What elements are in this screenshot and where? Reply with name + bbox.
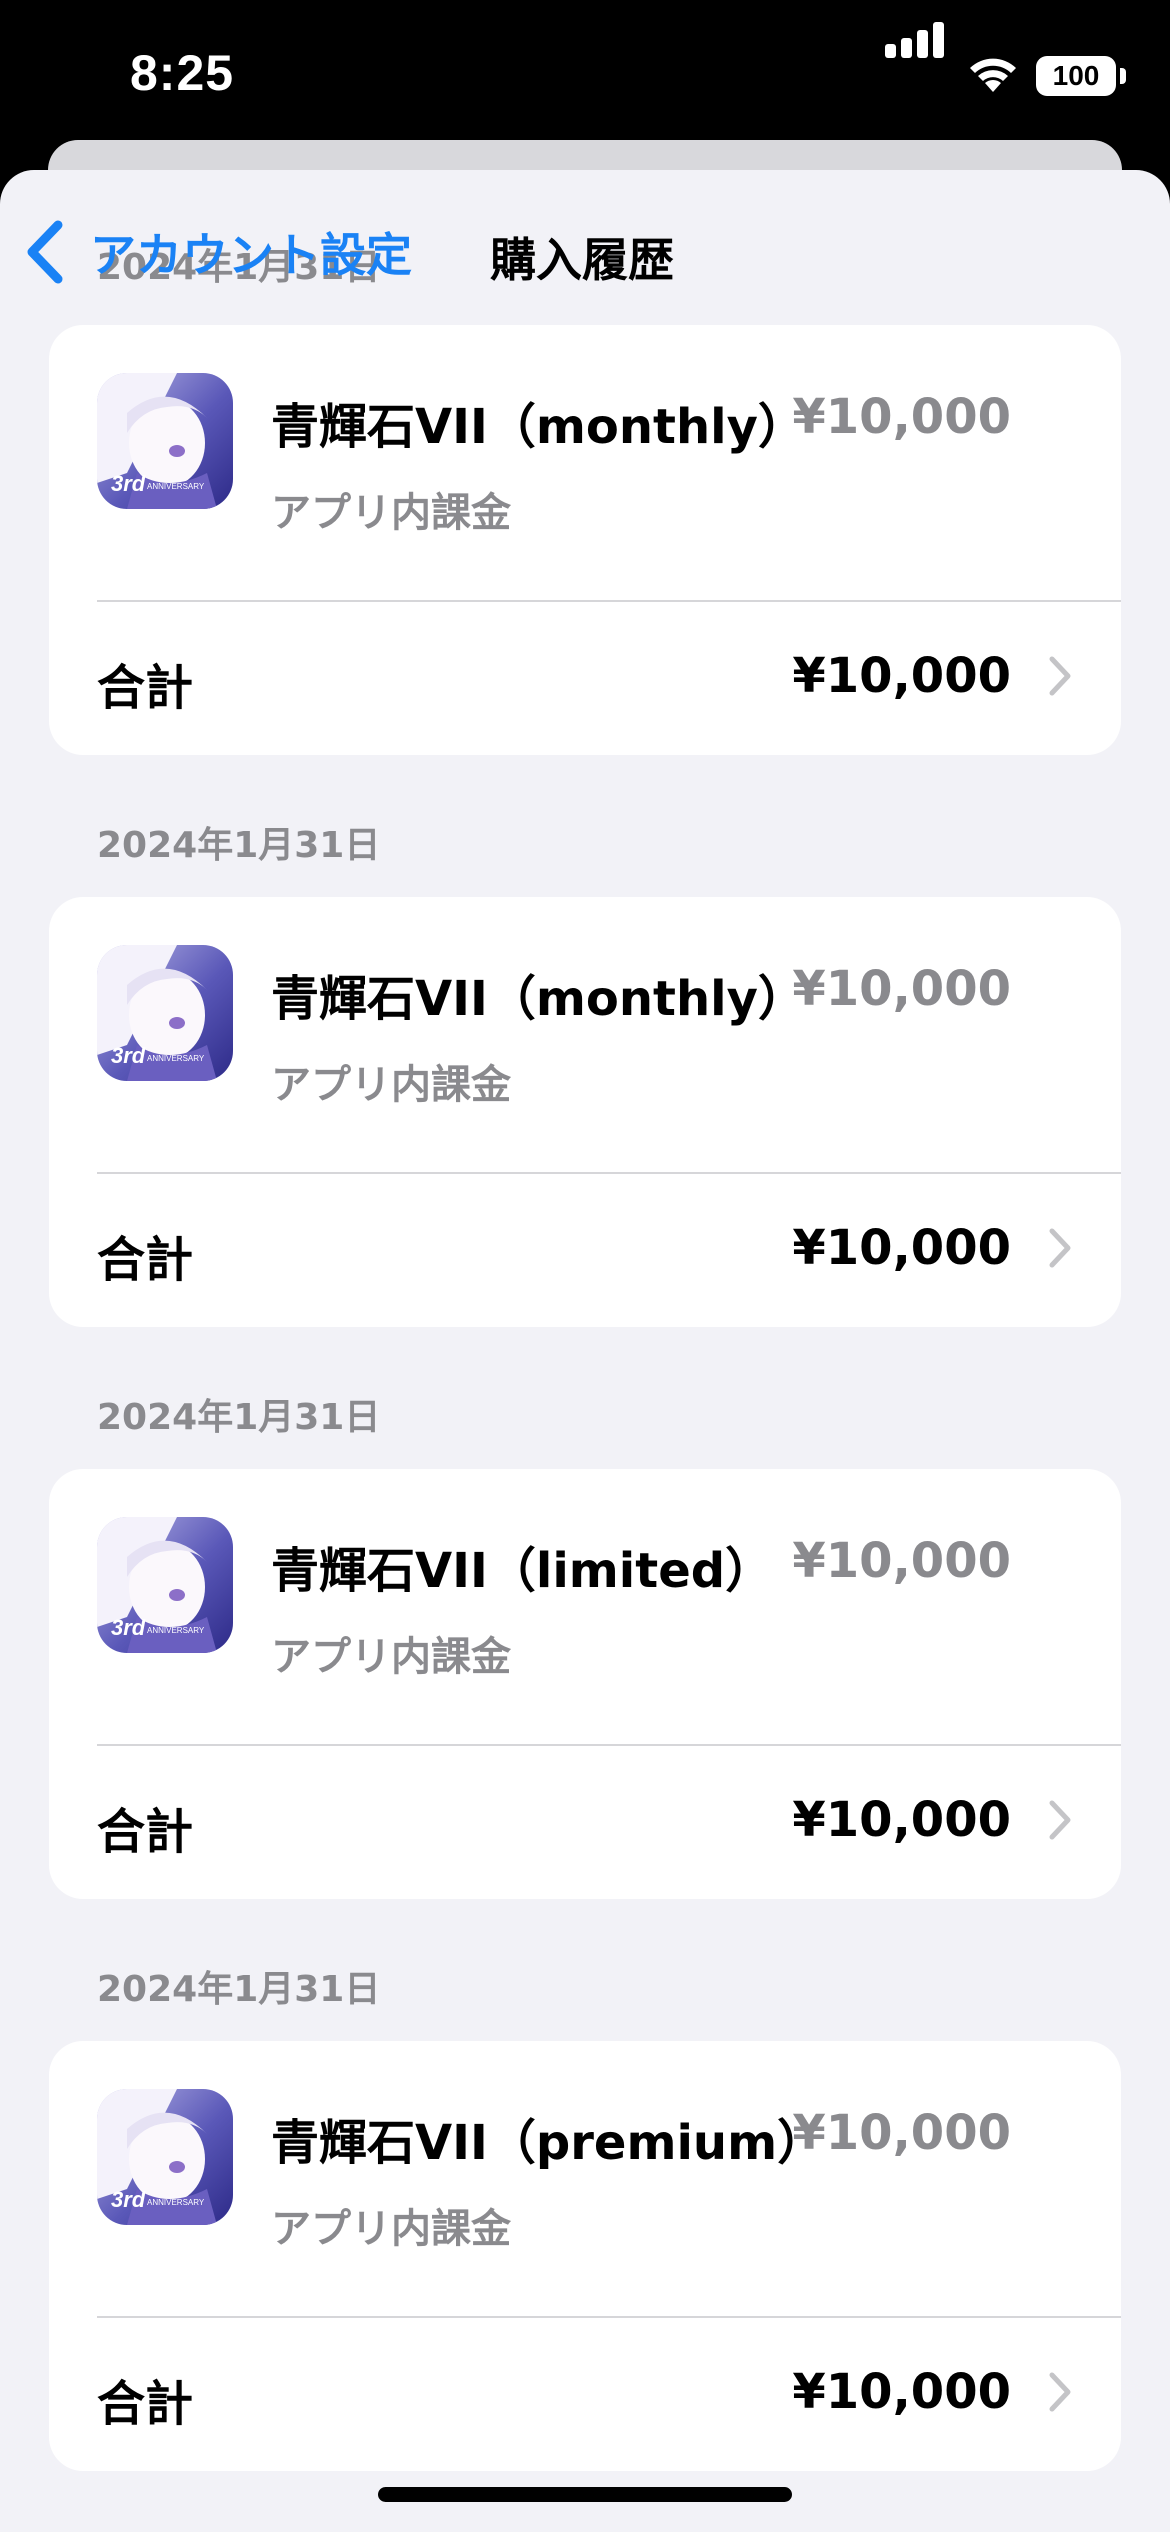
- icon-badge-sub: ANNIVERSARY: [147, 2198, 205, 2207]
- purchase-item[interactable]: 3rd ANNIVERSARY 青輝石VII（limited） アプリ内課金 ¥…: [49, 1469, 1121, 1744]
- item-title: 青輝石VII（monthly）: [271, 399, 806, 455]
- total-value: ¥10,000: [792, 648, 1011, 704]
- wifi-icon: [970, 58, 1016, 92]
- item-price: ¥10,000: [792, 2105, 1011, 2161]
- date-label: 2024年1月31日: [97, 825, 381, 866]
- total-value: ¥10,000: [792, 1792, 1011, 1848]
- status-icons: 100: [850, 0, 1170, 150]
- purchase-item[interactable]: 3rd ANNIVERSARY 青輝石VII（premium） アプリ内課金 ¥…: [49, 2041, 1121, 2316]
- date-label: 2024年1月31日: [97, 1969, 381, 2010]
- chevron-right-icon: [1049, 656, 1071, 696]
- date-label: 2024年1月31日: [97, 1397, 381, 1438]
- page-title: 購入履歴: [490, 233, 674, 287]
- icon-badge: 3rd: [111, 471, 146, 496]
- item-type: アプリ内課金: [271, 1634, 511, 1680]
- home-indicator[interactable]: [378, 2487, 792, 2502]
- icon-badge: 3rd: [111, 1615, 146, 1640]
- total-row[interactable]: 合計 ¥10,000: [49, 2318, 1121, 2471]
- status-bar: 8:25 100: [0, 0, 1170, 150]
- total-value: ¥10,000: [792, 1220, 1011, 1276]
- icon-badge-sub: ANNIVERSARY: [147, 1626, 205, 1635]
- total-row[interactable]: 合計 ¥10,000: [49, 1746, 1121, 1899]
- item-price: ¥10,000: [792, 1533, 1011, 1589]
- purchase-card: 3rd ANNIVERSARY 青輝石VII（monthly） アプリ内課金 ¥…: [49, 897, 1121, 1327]
- item-type: アプリ内課金: [271, 490, 511, 536]
- navigation-bar: アカウント設定 購入履歴: [0, 170, 1170, 340]
- purchase-item[interactable]: 3rd ANNIVERSARY 青輝石VII（monthly） アプリ内課金 ¥…: [49, 897, 1121, 1172]
- back-button-label: アカウント設定: [90, 228, 412, 282]
- total-label: 合計: [97, 1804, 194, 1860]
- battery-cap: [1120, 68, 1126, 84]
- app-icon: 3rd ANNIVERSARY: [97, 2089, 233, 2225]
- app-icon: 3rd ANNIVERSARY: [97, 945, 233, 1081]
- icon-badge-sub: ANNIVERSARY: [147, 1054, 205, 1063]
- total-label: 合計: [97, 660, 194, 716]
- total-value: ¥10,000: [792, 2364, 1011, 2420]
- status-time: 8:25: [130, 45, 235, 101]
- item-type: アプリ内課金: [271, 1062, 511, 1108]
- total-label: 合計: [97, 2376, 194, 2432]
- purchase-card: 3rd ANNIVERSARY 青輝石VII（limited） アプリ内課金 ¥…: [49, 1469, 1121, 1899]
- purchase-card: 3rd ANNIVERSARY 青輝石VII（monthly） アプリ内課金 ¥…: [49, 325, 1121, 755]
- battery-icon: 100: [1036, 56, 1116, 96]
- chevron-right-icon: [1049, 2372, 1071, 2412]
- item-price: ¥10,000: [792, 961, 1011, 1017]
- item-title: 青輝石VII（limited）: [271, 1543, 774, 1599]
- icon-badge-sub: ANNIVERSARY: [147, 482, 205, 491]
- app-icon: 3rd ANNIVERSARY: [97, 373, 233, 509]
- total-row[interactable]: 合計 ¥10,000: [49, 602, 1121, 755]
- back-button[interactable]: アカウント設定: [22, 212, 412, 292]
- total-row[interactable]: 合計 ¥10,000: [49, 1174, 1121, 1327]
- purchase-history-sheet[interactable]: 2024年1月31日 アカウント設定 購入履歴 3rd ANNIVERSARY …: [0, 170, 1170, 2532]
- app-icon: 3rd ANNIVERSARY: [97, 1517, 233, 1653]
- purchase-card: 3rd ANNIVERSARY 青輝石VII（premium） アプリ内課金 ¥…: [49, 2041, 1121, 2471]
- total-label: 合計: [97, 1232, 194, 1288]
- chevron-left-icon: [27, 220, 63, 284]
- item-title: 青輝石VII（premium）: [271, 2115, 826, 2171]
- chevron-right-icon: [1049, 1228, 1071, 1268]
- item-price: ¥10,000: [792, 389, 1011, 445]
- item-title: 青輝石VII（monthly）: [271, 971, 806, 1027]
- icon-badge: 3rd: [111, 2187, 146, 2212]
- chevron-right-icon: [1049, 1800, 1071, 1840]
- icon-badge: 3rd: [111, 1043, 146, 1068]
- purchase-item[interactable]: 3rd ANNIVERSARY 青輝石VII（monthly） アプリ内課金 ¥…: [49, 325, 1121, 600]
- item-type: アプリ内課金: [271, 2206, 511, 2252]
